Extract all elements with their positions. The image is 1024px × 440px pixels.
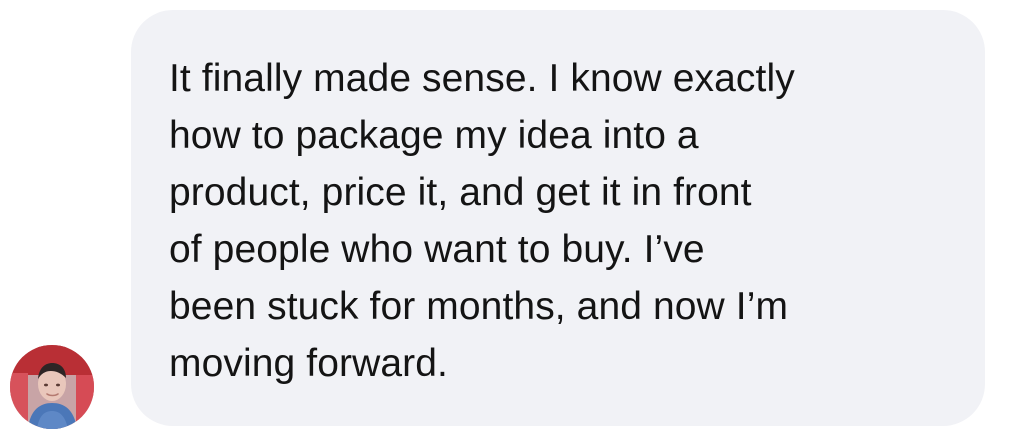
person-photo-icon <box>10 345 94 429</box>
sender-avatar[interactable] <box>10 345 94 429</box>
message-row: It finally made sense. I know exactly ho… <box>0 0 1024 440</box>
message-text: It finally made sense. I know exactly ho… <box>169 57 795 385</box>
message-bubble: It finally made sense. I know exactly ho… <box>131 10 985 426</box>
